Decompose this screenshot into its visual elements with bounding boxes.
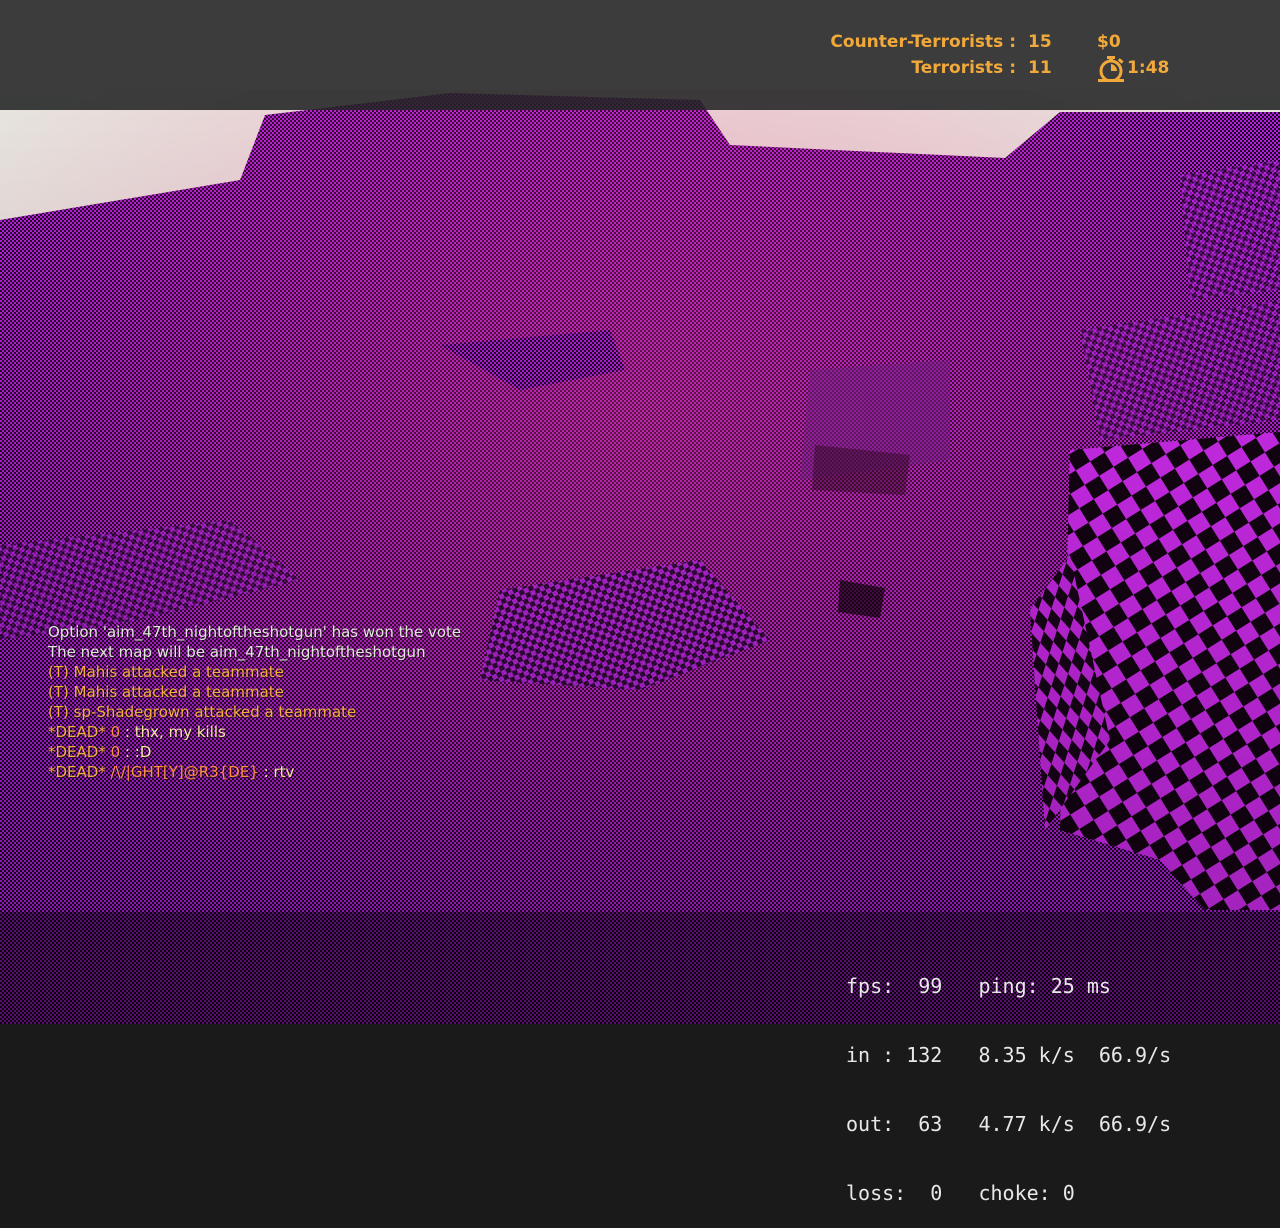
chat-separator: : [258,763,269,781]
chat-separator: : [120,743,130,761]
money-display: $0 [1097,32,1121,52]
game-world-view [0,0,1280,1024]
t-score: 11 [1028,58,1052,78]
t-score-row: Terrorists : 11 [911,58,1066,78]
chat-message: thx, my kills [134,723,226,741]
chat-message: rtv [273,763,295,781]
dead-tag: *DEAD* [48,723,106,741]
player-name: /\/|GHT[Y]@R3{DE} [110,763,259,781]
chat-log: Option 'aim_47th_nightoftheshotgun' has … [48,622,648,782]
dead-tag: *DEAD* [48,763,106,781]
ct-score: 15 [1028,32,1052,52]
chat-line: (T) Mahis attacked a teammate [48,663,284,681]
net-row-fps-ping: fps: 99 ping: 25 ms [846,974,1111,998]
net-row-in: in : 132 8.35 k/s 66.9/s [846,1043,1172,1067]
round-timer-text: 1:48 [1127,58,1170,78]
t-label: Terrorists : [911,58,1016,78]
chat-line: (T) sp-Shadegrown attacked a teammate [48,703,357,721]
chat-line: Option 'aim_47th_nightoftheshotgun' has … [48,623,462,641]
chat-message: :D [134,743,152,761]
chat-line: *DEAD* 0 : :D [48,742,648,762]
net-graph: fps: 99 ping: 25 ms in : 132 8.35 k/s 66… [846,929,1171,1228]
chat-line: (T) Mahis attacked a teammate [48,683,284,701]
player-name: 0 [110,723,121,741]
net-row-loss-choke: loss: 0 choke: 0 [846,1181,1075,1205]
chat-separator: : [120,723,130,741]
ct-label: Counter-Terrorists : [830,32,1016,52]
chat-line: *DEAD* 0 : thx, my kills [48,722,648,742]
ct-score-row: Counter-Terrorists : 15 [830,32,1066,52]
net-row-out: out: 63 4.77 k/s 66.9/s [846,1112,1172,1136]
player-name: 0 [110,743,121,761]
dead-tag: *DEAD* [48,743,106,761]
chat-line: The next map will be aim_47th_nightofthe… [48,643,426,661]
stopwatch-icon [1098,56,1124,82]
chat-line: *DEAD* /\/|GHT[Y]@R3{DE} : rtv [48,762,648,782]
scoreboard-bar [0,0,1280,110]
